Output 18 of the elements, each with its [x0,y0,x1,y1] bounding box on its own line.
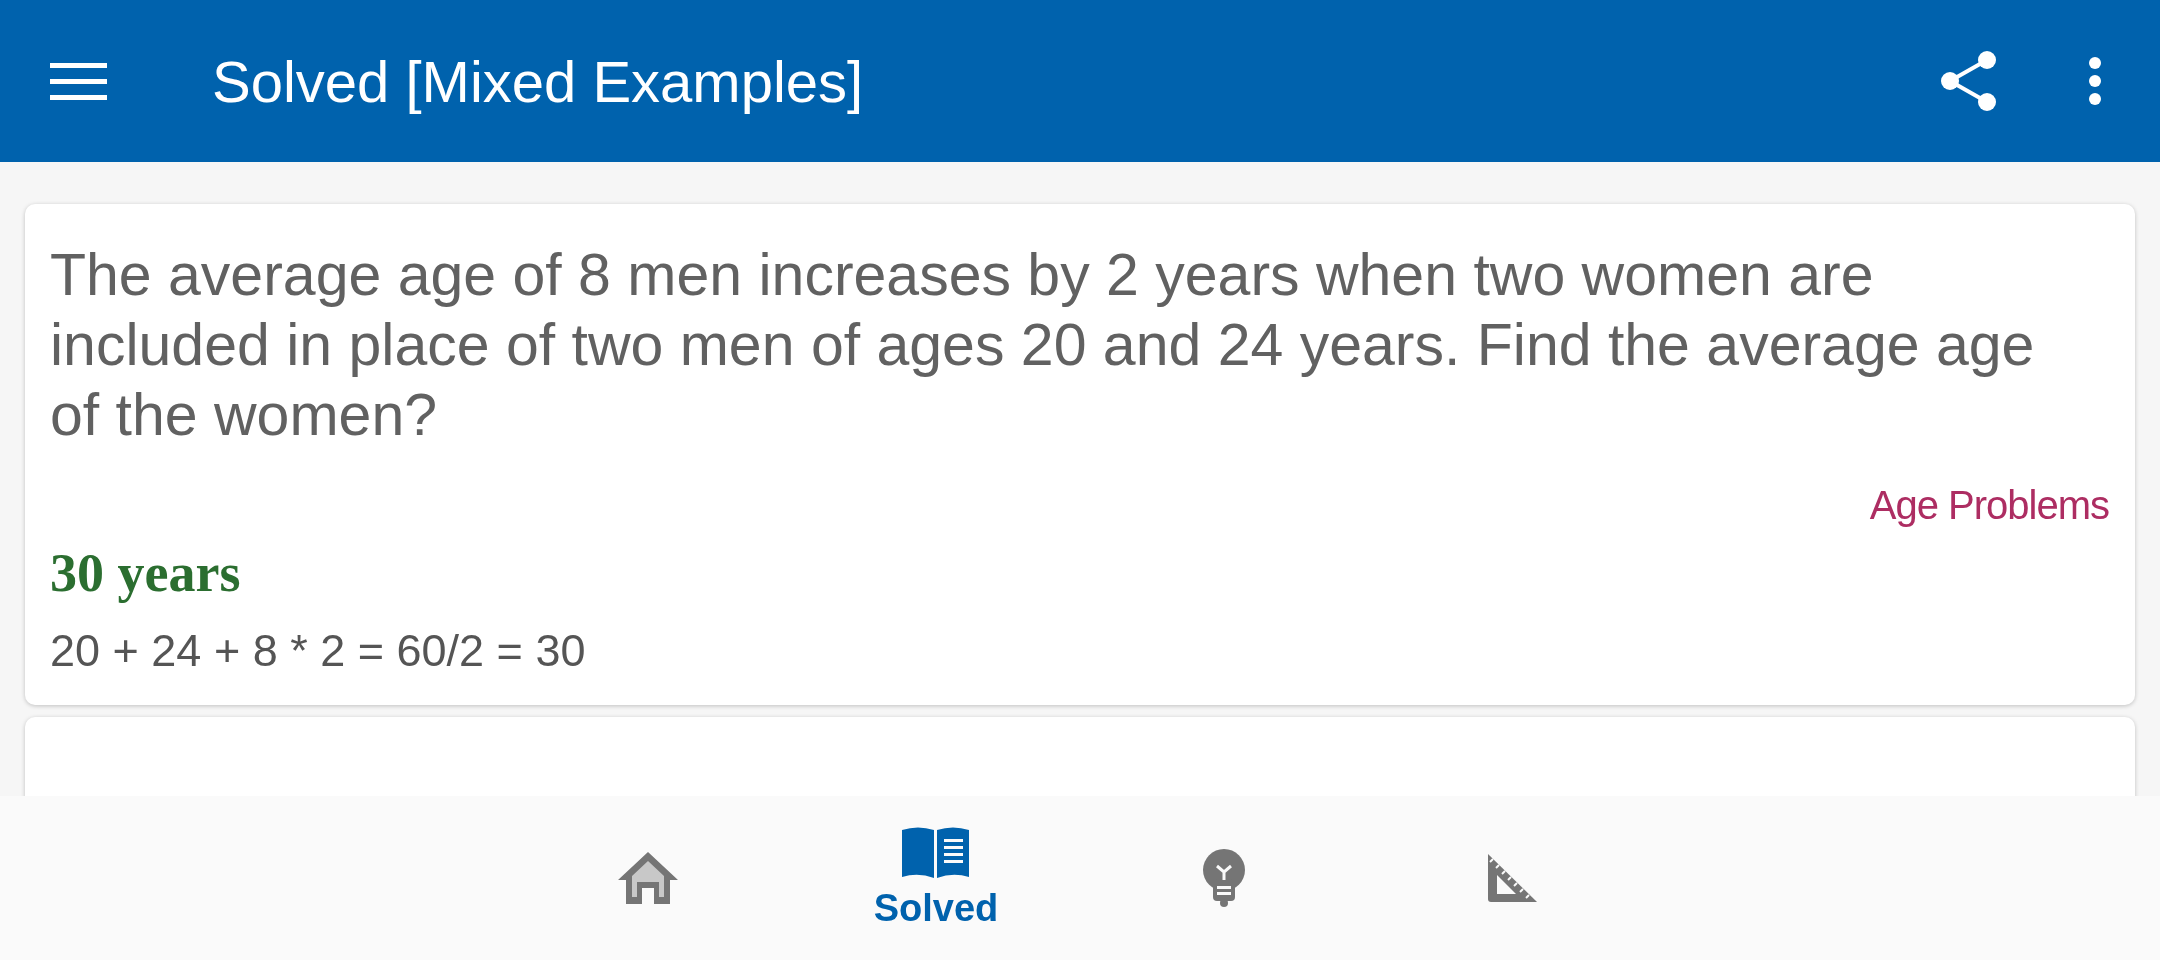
menu-icon [50,62,107,100]
nav-tab[interactable] [618,852,678,904]
nav-tab[interactable] [1487,854,1537,902]
lightbulb-icon [1202,849,1246,907]
more-options-icon [2089,57,2101,105]
share-icon [1941,51,1997,111]
menu-button[interactable] [50,62,107,100]
nav-tab[interactable] [1202,849,1246,907]
book-icon [902,826,970,878]
answer-text: 30 years [50,543,241,603]
more-options-button[interactable] [2089,57,2101,105]
share-button[interactable] [1941,51,1997,111]
solution-text: 20 + 24 + 8 * 2 = 60/2 = 30 [50,625,586,676]
category-label: Age Problems [1869,482,2109,529]
home-icon [618,852,678,904]
question-text: The average age of 8 men increases by 2 years when two women are included in place of two men of ages 20 and 24 years. Find the average age of the women? [50,241,2036,450]
app-bar-title: Solved [Mixed Examples] [212,47,864,116]
nav-tab[interactable]: Solved [873,826,999,930]
